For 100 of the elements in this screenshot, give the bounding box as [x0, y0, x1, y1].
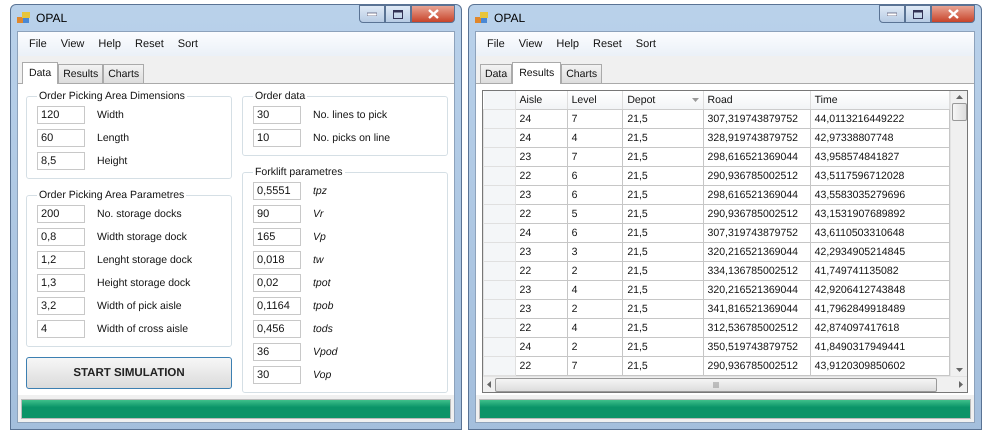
minimize-button[interactable] — [359, 5, 385, 23]
input-field[interactable]: 90 — [253, 205, 301, 223]
field-label: tpz — [313, 185, 328, 197]
input-field[interactable]: 4 — [37, 320, 85, 338]
close-button[interactable] — [411, 5, 455, 23]
scroll-left-arrow-icon[interactable] — [487, 381, 491, 388]
table-cell: 24 — [515, 224, 568, 242]
input-field[interactable]: 0,8 — [37, 228, 85, 246]
table-cell: 4 — [567, 318, 623, 338]
menu-item[interactable]: Help — [93, 36, 126, 52]
close-icon — [948, 9, 958, 19]
table-cell: 22 — [515, 166, 568, 186]
menu-item[interactable]: Reset — [130, 36, 169, 52]
start-simulation-button[interactable]: START SIMULATION — [26, 357, 232, 389]
menu-item[interactable]: Sort — [172, 36, 203, 52]
row-header — [484, 128, 516, 148]
tab[interactable]: Charts — [561, 64, 602, 83]
field-label: Length — [97, 132, 130, 144]
input-field[interactable]: 30 — [253, 366, 301, 384]
row-header — [484, 262, 516, 280]
table-cell: 21,5 — [622, 242, 704, 262]
table-cell: 2 — [567, 262, 623, 280]
app-icon — [17, 12, 31, 24]
table-cell: 5 — [567, 204, 623, 224]
maximize-button[interactable] — [905, 5, 931, 23]
menu-item[interactable]: File — [482, 36, 510, 52]
input-field[interactable]: 165 — [253, 228, 301, 246]
minimize-icon — [367, 12, 377, 16]
field-label: Height — [97, 155, 128, 167]
input-field[interactable]: 0,02 — [253, 274, 301, 292]
menu-item[interactable]: File — [24, 36, 52, 52]
scroll-up-arrow-icon[interactable] — [956, 95, 962, 99]
row-header — [484, 110, 516, 128]
input-field[interactable]: 120 — [37, 106, 85, 124]
table-cell: 41,8490317949441 — [810, 338, 950, 356]
minimize-button[interactable] — [879, 5, 905, 23]
input-field[interactable]: 0,018 — [253, 251, 301, 269]
table-cell: 6 — [567, 166, 623, 186]
tab[interactable]: Results — [58, 64, 104, 83]
table-cell: 22 — [515, 318, 568, 338]
maximize-icon — [393, 10, 403, 18]
field-label: No. picks on line — [313, 132, 390, 144]
table-cell: 312,536785002512 — [703, 318, 810, 338]
input-field[interactable]: 1,3 — [37, 274, 85, 292]
grip-icon — [713, 382, 719, 388]
table-cell: 21,5 — [622, 280, 704, 300]
scroll-down-arrow-icon[interactable] — [956, 368, 962, 372]
scroll-right-arrow-icon[interactable] — [959, 381, 963, 388]
field-label: Vp — [313, 231, 326, 243]
input-field[interactable]: 0,5551 — [253, 182, 301, 200]
input-field[interactable]: 3,2 — [37, 297, 85, 315]
table-cell: 23 — [515, 280, 568, 300]
input-field[interactable]: 8,5 — [37, 152, 85, 170]
row-header — [484, 280, 516, 300]
table-cell: 2 — [567, 300, 623, 318]
table-cell: 21,5 — [622, 224, 704, 242]
tab[interactable]: Charts — [103, 64, 144, 83]
tab[interactable]: Data — [480, 64, 512, 83]
table-cell: 6 — [567, 224, 623, 242]
field-label: No. lines to pick — [313, 109, 388, 121]
table-cell: 24 — [515, 338, 568, 356]
close-button[interactable] — [931, 5, 975, 23]
vertical-scrollbar[interactable] — [950, 91, 967, 376]
group-title: Order data — [254, 90, 306, 102]
input-field[interactable]: 0,1164 — [253, 297, 301, 315]
window-title: OPAL — [494, 11, 526, 25]
input-field[interactable]: 10 — [253, 129, 301, 147]
table-cell: 290,936785002512 — [703, 166, 810, 186]
menu-item[interactable]: View — [514, 36, 548, 52]
column-header[interactable]: Time — [810, 91, 950, 110]
input-field[interactable]: 36 — [253, 343, 301, 361]
table-cell: 4 — [567, 128, 623, 148]
group-title: Order Picking Area Dimensions — [38, 90, 186, 102]
menu-item[interactable]: Sort — [630, 36, 661, 52]
table-cell: 41,7962849918489 — [810, 300, 950, 318]
table-cell: 21,5 — [622, 148, 704, 166]
field-label: No. storage docks — [97, 208, 182, 220]
table-cell: 23 — [515, 242, 568, 262]
table-cell: 42,874097417618 — [810, 318, 950, 338]
column-header[interactable]: Aisle — [515, 91, 568, 110]
scroll-thumb[interactable] — [952, 103, 966, 121]
table-cell: 22 — [515, 204, 568, 224]
input-field[interactable]: 200 — [37, 205, 85, 223]
menu-item[interactable]: Help — [551, 36, 584, 52]
column-header[interactable]: Road — [703, 91, 810, 110]
menu-item[interactable]: Reset — [588, 36, 627, 52]
maximize-button[interactable] — [385, 5, 411, 23]
tab[interactable]: Results — [512, 62, 562, 84]
input-field[interactable]: 30 — [253, 106, 301, 124]
column-header[interactable]: Level — [567, 91, 623, 110]
table-cell: 3 — [567, 242, 623, 262]
row-header — [484, 224, 516, 242]
menu-item[interactable]: View — [56, 36, 90, 52]
input-field[interactable]: 1,2 — [37, 251, 85, 269]
input-field[interactable]: 60 — [37, 129, 85, 147]
table-cell: 341,816521369044 — [703, 300, 810, 318]
tab[interactable]: Data — [22, 62, 58, 84]
horizontal-scrollbar[interactable] — [483, 376, 967, 392]
input-field[interactable]: 0,456 — [253, 320, 301, 338]
table-cell: 2 — [567, 338, 623, 356]
